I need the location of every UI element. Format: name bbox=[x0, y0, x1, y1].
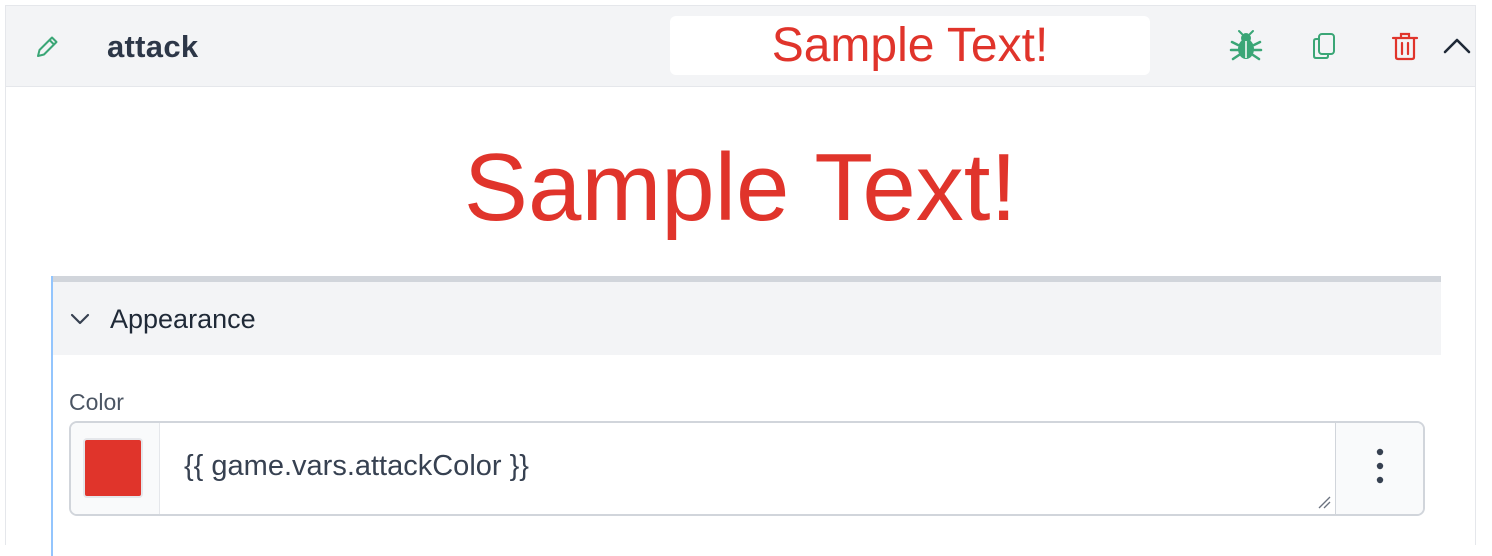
delete-button[interactable] bbox=[1387, 30, 1423, 66]
chevron-down-icon bbox=[67, 306, 93, 332]
duplicate-button[interactable] bbox=[1306, 30, 1342, 66]
color-swatch-cell bbox=[71, 423, 160, 514]
bug-icon bbox=[1229, 29, 1263, 68]
component-header[interactable]: attack Sample Text! bbox=[6, 6, 1475, 87]
color-label: Color bbox=[69, 389, 124, 415]
preview-text: Sample Text! bbox=[463, 134, 1018, 241]
field-options-button[interactable] bbox=[1335, 423, 1423, 514]
more-vertical-icon bbox=[1375, 448, 1385, 489]
properties-panel: Appearance Color {{ game.vars.attackColo… bbox=[51, 276, 1441, 556]
debug-button[interactable] bbox=[1228, 29, 1264, 68]
component-name[interactable]: attack bbox=[107, 28, 198, 66]
chevron-up-icon bbox=[1442, 36, 1472, 61]
trash-icon bbox=[1390, 30, 1420, 67]
copy-icon bbox=[1309, 30, 1339, 67]
resize-handle-icon[interactable] bbox=[1317, 495, 1331, 509]
appearance-section-header[interactable]: Appearance bbox=[53, 282, 1441, 355]
pencil-icon[interactable] bbox=[32, 32, 62, 62]
section-title: Appearance bbox=[110, 304, 256, 334]
text-preview: Sample Text! bbox=[6, 133, 1475, 243]
color-field: {{ game.vars.attackColor }} bbox=[69, 421, 1425, 516]
color-swatch[interactable] bbox=[83, 438, 143, 498]
component-card: attack Sample Text! Sample Text! Appeara… bbox=[5, 5, 1476, 556]
color-value-input[interactable]: {{ game.vars.attackColor }} bbox=[160, 423, 1335, 514]
header-preview-text: Sample Text! bbox=[771, 19, 1049, 72]
header-text-preview: Sample Text! bbox=[670, 16, 1150, 75]
collapse-button[interactable] bbox=[1439, 30, 1475, 66]
